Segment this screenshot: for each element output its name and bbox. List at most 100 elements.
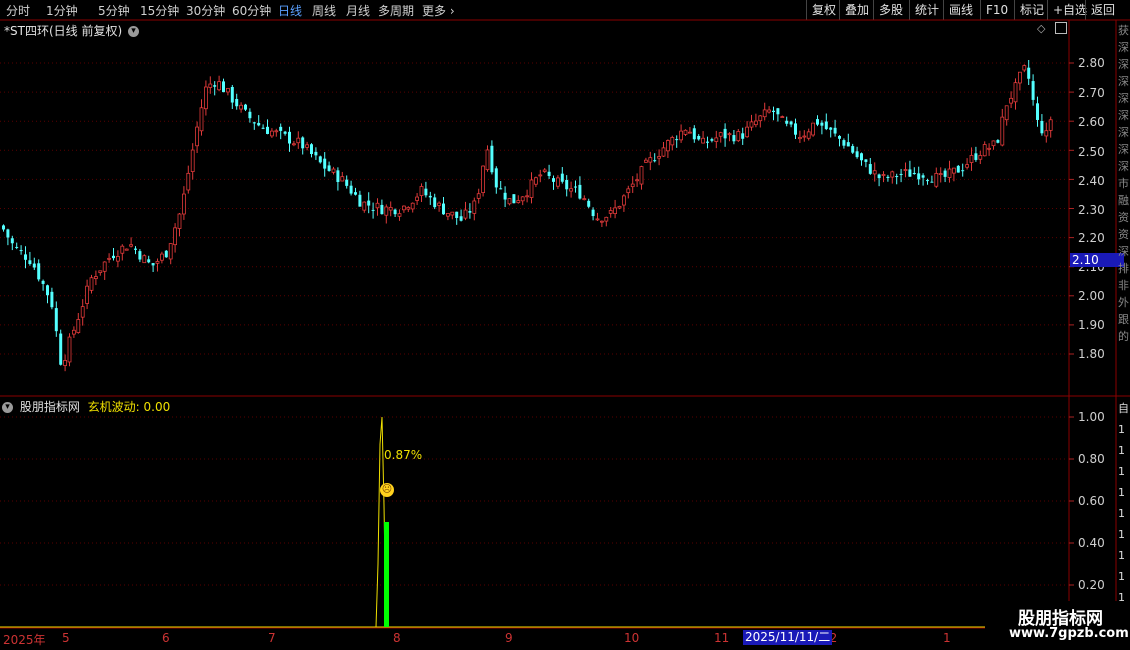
indicator-title[interactable]: ▾ 股朋指标网 玄机波动: 0.00 [2,398,170,415]
candle-body [679,130,683,141]
candle [1000,108,1005,147]
candle [503,186,507,208]
candle-body [547,171,551,176]
chevron-down-icon[interactable]: ▾ [2,402,13,413]
candle [476,188,481,204]
candle [138,249,142,263]
candle [899,168,903,183]
candle [208,76,213,94]
candle-body [177,213,182,229]
candle [203,80,208,116]
kline-chart-canvas[interactable] [0,0,1130,650]
candle [1022,64,1027,73]
candle-body [860,153,863,161]
stock-title-text: *ST四环(日线 前复权) [4,24,123,38]
candle-body [982,144,987,157]
watermark-url: www.7gpzb.com [1009,626,1129,641]
candle [723,123,727,147]
candle-body [476,193,481,199]
candle-body [820,122,824,126]
candle-body [661,147,666,157]
chart-frame [0,19,1130,629]
panel-toggle-icon[interactable] [1055,22,1067,34]
candle-body [912,172,916,175]
candle [244,103,247,112]
candle-body [217,81,222,91]
x-tick: 6 [162,631,170,645]
candle-body [24,254,27,260]
candle-body [630,183,635,188]
candle-body [323,158,327,169]
candle-body [987,147,991,150]
candle [912,167,916,175]
candle-body [1022,65,1027,71]
candle-body [46,285,49,296]
candle-body [789,121,793,125]
candle [780,115,785,119]
candle-body [772,110,775,113]
candle-body [574,186,577,188]
candle-body [794,123,797,135]
candle-body [419,186,424,196]
candle [296,131,301,149]
x-tick: 1 [943,631,951,645]
candle [516,195,521,204]
candle-body [327,165,331,171]
candle-body [102,261,107,272]
candle [991,140,996,150]
candle-body [269,130,274,137]
candle [776,107,780,122]
candle [824,113,828,131]
candle [327,161,331,172]
candle [965,158,969,170]
right-info-panel[interactable]: 获深深深深深深深深市融资资深排非外跟的 [1118,22,1130,394]
chevron-down-icon[interactable]: ▾ [127,26,139,37]
candle-body [741,133,745,139]
candle-body [881,174,886,176]
candle [917,166,921,185]
candle [485,145,490,172]
candle-body [1040,120,1044,134]
diamond-icon[interactable]: ◇ [1037,22,1045,35]
candle-body [195,126,200,147]
candle [468,203,472,219]
candle [547,164,551,179]
candle-body [877,174,881,179]
candle [683,129,688,136]
candle [574,180,577,193]
x-tick: 11 [714,631,730,645]
candle-body [283,131,287,134]
candle-body [380,204,384,215]
candle-body [503,192,507,200]
candle [406,206,411,213]
indicator-series [0,416,1069,628]
candle-body [305,144,310,148]
candle [354,187,357,196]
candle-body [155,261,160,264]
candle-body [675,139,679,141]
candle-body [367,200,371,206]
candle-body [947,168,952,178]
candle [72,326,76,338]
candle [767,106,771,114]
candle-body [556,177,560,187]
candle [895,173,899,185]
candle [864,159,868,168]
candle-body [736,131,741,142]
candle-body [257,122,261,126]
candle [120,244,125,261]
candle-body [930,181,934,183]
candle-body [996,140,1000,143]
candle-body [802,135,807,138]
candle [538,169,543,183]
candle-body [855,151,859,158]
candle [600,220,604,228]
candle [331,166,336,175]
candle [98,270,103,276]
stock-title[interactable]: *ST四环(日线 前复权) ▾ [4,22,139,39]
candle-body [349,185,353,194]
candle [15,242,19,250]
candle-body [1031,81,1035,100]
candle [19,245,23,255]
candle-body [749,121,754,128]
